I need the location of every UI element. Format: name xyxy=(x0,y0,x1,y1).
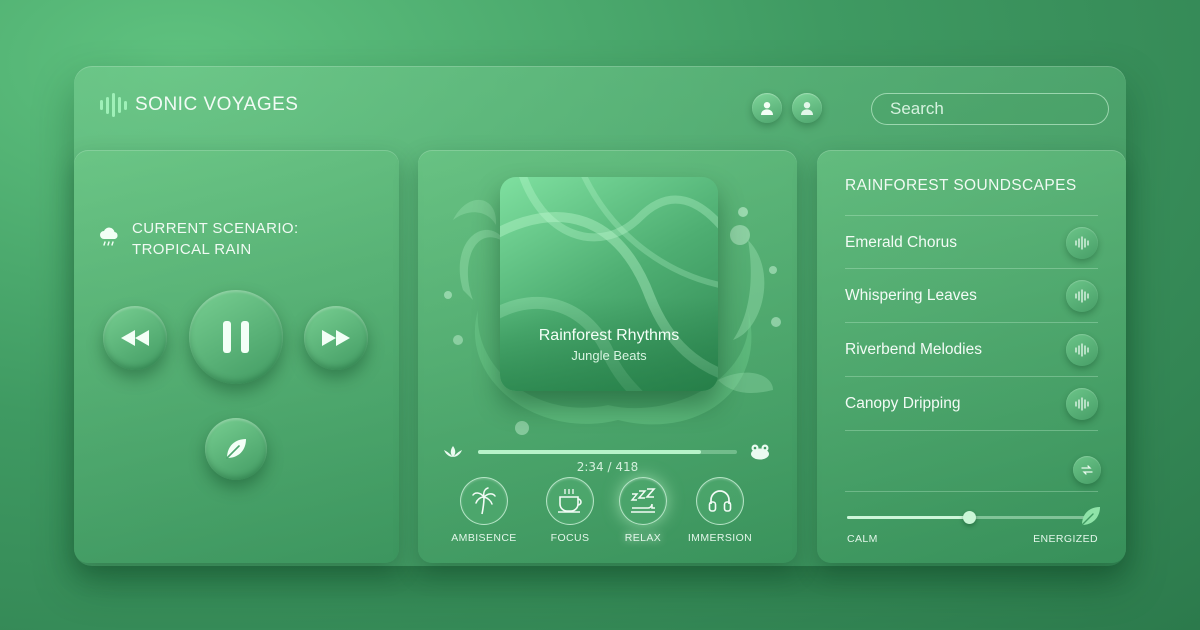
mode-immersion[interactable]: IMMERSION xyxy=(682,477,758,544)
palm-tree-icon xyxy=(472,487,496,515)
playlist-panel: RAINFOREST SOUNDSCAPES Emerald Chorus Wh… xyxy=(817,150,1126,563)
mode-relax[interactable]: RELAX xyxy=(605,477,681,544)
mood-slider-handle[interactable] xyxy=(962,511,976,524)
track-artist: Jungle Beats xyxy=(571,348,647,363)
album-art[interactable]: Rainforest Rhythms Jungle Beats xyxy=(500,177,718,391)
user-avatar-icon xyxy=(761,102,773,115)
scenario-value: TROPICAL RAIN xyxy=(132,241,252,258)
playlist-item[interactable]: Whispering Leaves xyxy=(845,268,1098,322)
playlist-item[interactable]: Riverbend Melodies xyxy=(845,322,1098,376)
play-track-button[interactable] xyxy=(1066,279,1098,312)
playlist-item-name: Emerald Chorus xyxy=(845,233,957,251)
progress-fill xyxy=(478,450,701,454)
player-controls-panel: CURRENT SCENARIO: TROPICAL RAIN xyxy=(74,150,399,563)
user-avatar-1[interactable] xyxy=(752,93,782,123)
playlist-item-name: Canopy Dripping xyxy=(845,394,961,412)
play-track-button[interactable] xyxy=(1066,387,1098,420)
playlist-item-name: Riverbend Melodies xyxy=(845,340,982,358)
mood-label-calm: CALM xyxy=(847,533,878,545)
user-avatar-icon xyxy=(801,102,813,115)
play-track-button[interactable] xyxy=(1066,333,1098,366)
rewind-icon xyxy=(121,330,149,346)
mood-slider[interactable] xyxy=(847,511,1091,524)
current-scenario: CURRENT SCENARIO: TROPICAL RAIN xyxy=(98,218,299,260)
mood-label-energized: ENERGIZED xyxy=(1033,533,1098,545)
rewind-button[interactable] xyxy=(103,306,167,370)
divider xyxy=(845,491,1098,492)
playback-time: 2:34 / 418 xyxy=(576,460,639,474)
sound-wave-icon xyxy=(1075,288,1089,303)
search-box xyxy=(871,93,1113,125)
user-avatar-2[interactable] xyxy=(792,93,822,123)
scenario-label: CURRENT SCENARIO: xyxy=(132,220,299,237)
coffee-cup-icon xyxy=(558,489,582,513)
lotus-icon xyxy=(444,446,462,457)
header: SONIC VOYAGES xyxy=(74,66,1126,148)
sound-wave-icon xyxy=(1075,342,1089,357)
nature-mode-button[interactable] xyxy=(205,418,267,480)
sound-wave-icon xyxy=(1075,235,1089,250)
play-pause-button[interactable] xyxy=(189,290,283,384)
headphones-icon xyxy=(708,490,732,512)
playlist-item[interactable]: Emerald Chorus xyxy=(845,215,1098,269)
leaf-icon xyxy=(226,439,246,459)
sound-wave-logo-icon xyxy=(100,93,127,117)
mode-label: RELAX xyxy=(624,532,662,544)
mode-focus[interactable]: FOCUS xyxy=(532,477,608,544)
rain-cloud-icon xyxy=(100,227,118,246)
now-playing-panel: Rainforest Rhythms Jungle Beats 2:34 / 4… xyxy=(418,150,797,563)
mode-label: IMMERSION xyxy=(687,532,753,544)
track-title: Rainforest Rhythms xyxy=(538,327,680,344)
mood-slider-fill xyxy=(847,516,969,519)
fast-forward-button[interactable] xyxy=(304,306,368,370)
app-window: SONIC VOYAGES CURRENT SCENARIO: TROPICAL… xyxy=(74,66,1126,566)
playlist-item[interactable]: Canopy Dripping xyxy=(845,376,1098,431)
app-title: SONIC VOYAGES xyxy=(135,94,299,115)
pause-icon xyxy=(223,321,249,353)
frog-icon xyxy=(751,444,769,460)
mode-ambisence[interactable]: AMBISENCE xyxy=(446,477,522,544)
fast-forward-icon xyxy=(322,330,350,346)
mode-label: FOCUS xyxy=(550,532,590,544)
search-input[interactable] xyxy=(888,98,1113,120)
play-track-button[interactable] xyxy=(1066,226,1098,259)
logo[interactable]: SONIC VOYAGES xyxy=(100,93,298,117)
progress-bar[interactable] xyxy=(478,450,737,454)
repeat-button[interactable] xyxy=(1073,456,1101,484)
playlist-title: RAINFOREST SOUNDSCAPES xyxy=(845,177,1077,194)
sound-wave-icon xyxy=(1075,396,1089,411)
leaf-icon xyxy=(1081,507,1100,526)
playlist-item-name: Whispering Leaves xyxy=(845,286,977,304)
mode-label: AMBISENCE xyxy=(451,532,517,544)
sleep-icon xyxy=(630,488,656,513)
repeat-icon xyxy=(1081,465,1093,475)
